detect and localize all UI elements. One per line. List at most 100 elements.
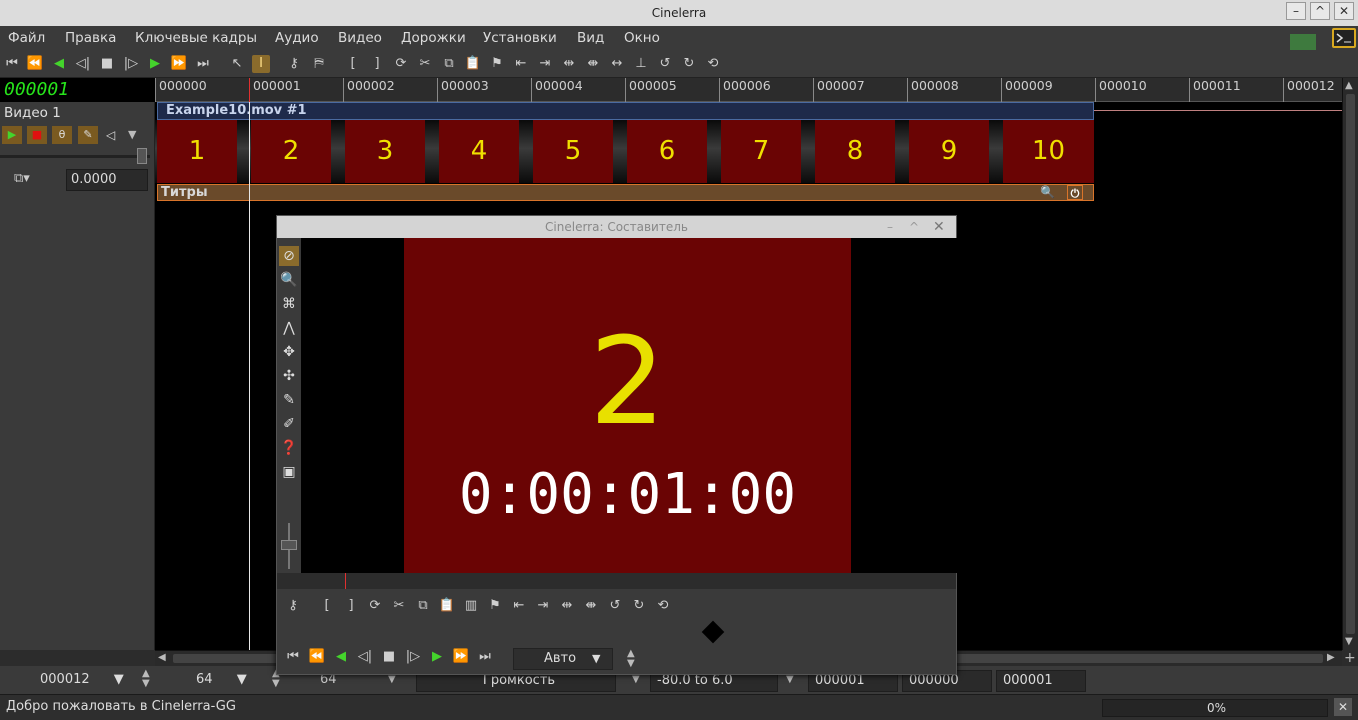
record-track-toggle[interactable]: ■ (27, 126, 47, 144)
terminal-icon[interactable] (1332, 28, 1356, 48)
dropdown-arrow-icon[interactable]: ▼ (786, 674, 794, 685)
crop-icon[interactable]: ✎ (279, 390, 299, 410)
menu-video[interactable]: Видео (338, 30, 382, 46)
ruler-icon[interactable]: ⋀ (279, 318, 299, 338)
dropdown-arrow-icon[interactable]: ▼ (388, 674, 396, 685)
jump-end-icon[interactable]: ⏭ (476, 648, 494, 666)
undo-icon[interactable]: ↺ (656, 55, 674, 73)
out-point-icon[interactable]: ] (368, 55, 386, 73)
overwrite-icon[interactable]: ↔ (608, 55, 626, 73)
menu-tracks[interactable]: Дорожки (401, 30, 466, 46)
jump-end-icon[interactable]: ⏭ (194, 55, 212, 73)
redo-icon[interactable]: ↻ (630, 597, 648, 615)
effect-search-icon[interactable]: 🔍 (1040, 185, 1055, 200)
gang-track-toggle[interactable]: θ (52, 126, 72, 144)
dropdown-arrow-icon[interactable]: ▼ (592, 649, 600, 669)
frame-forward-icon[interactable]: |▷ (404, 648, 422, 666)
scroll-up-icon[interactable]: ▲ (1345, 80, 1353, 91)
menu-keyframes[interactable]: Ключевые кадры (135, 30, 257, 46)
label-set-icon[interactable]: ⚑ (488, 55, 506, 73)
splice-icon[interactable]: ⇼ (582, 597, 600, 615)
lift-icon[interactable]: ⊥ (632, 55, 650, 73)
menu-window[interactable]: Окно (624, 30, 660, 46)
overlay-mode-icon[interactable]: ⧉▾ (14, 171, 30, 186)
spin-icon[interactable]: ▲▼ (142, 669, 150, 689)
mask-icon[interactable]: ⌘ (279, 294, 299, 314)
keyframe-diamond-icon[interactable] (701, 620, 725, 644)
help-icon[interactable]: ❓ (279, 438, 299, 458)
video-output[interactable]: 2 0:00:01:00 (301, 238, 957, 573)
redo-history-icon[interactable]: ⟲ (704, 55, 722, 73)
scroll-left-icon[interactable]: ◀ (158, 652, 166, 663)
menu-file[interactable]: Файл (8, 30, 45, 46)
maximize-button[interactable]: ^ (1310, 2, 1330, 20)
in-point-icon[interactable]: [ (344, 55, 362, 73)
stop-icon[interactable]: ■ (98, 55, 116, 73)
play-reverse-icon[interactable]: ◀ (50, 55, 68, 73)
fast-forward-icon[interactable]: ⏩ (170, 55, 188, 73)
keyframe-key-icon[interactable]: ⚷ (284, 597, 302, 615)
eyedropper-icon[interactable]: ✐ (279, 414, 299, 434)
frame-forward-icon[interactable]: |▷ (122, 55, 140, 73)
draw-track-toggle[interactable]: ✎ (78, 126, 98, 144)
mute-icon[interactable]: ◁ (106, 126, 122, 144)
paste-icon[interactable]: 📋 (464, 55, 482, 73)
scroll-right-icon[interactable]: ▶ (1327, 652, 1335, 663)
comp-close-icon[interactable]: ✕ (933, 216, 945, 238)
label-icon[interactable]: ⛿ (310, 55, 328, 73)
safe-region-icon[interactable]: ▣ (279, 462, 299, 482)
ibeam-tool-icon[interactable]: I (252, 55, 270, 73)
next-label-icon[interactable]: ⇥ (536, 55, 554, 73)
in-point-icon[interactable]: [ (318, 597, 336, 615)
frame-back-icon[interactable]: ◁| (74, 55, 92, 73)
menu-view[interactable]: Вид (577, 30, 604, 46)
fast-forward-icon[interactable]: ⏩ (452, 648, 470, 666)
undo-icon[interactable]: ↺ (606, 597, 624, 615)
menu-settings[interactable]: Установки (483, 30, 557, 46)
fade-slider-handle[interactable] (137, 148, 147, 164)
compositor-timeline[interactable] (277, 573, 956, 589)
sample-zoom-field[interactable]: 000012 ▼ (4, 670, 128, 692)
comp-minimize-icon[interactable]: – (887, 216, 893, 238)
out-point-icon[interactable]: ] (342, 597, 360, 615)
prev-label-icon[interactable]: ⇤ (512, 55, 530, 73)
label-set-icon[interactable]: ⚑ (486, 597, 504, 615)
fade-value-field[interactable]: 0.0000 (66, 169, 148, 191)
fit-icon[interactable]: ⇹ (558, 597, 576, 615)
scroll-down-icon[interactable]: ▼ (1345, 636, 1353, 647)
rewind-start-icon[interactable]: ⏮ (3, 55, 21, 73)
timeline-ruler[interactable]: 000000 000001 000002 000003 000004 00000… (155, 78, 1342, 102)
prev-label-icon[interactable]: ⇤ (510, 597, 528, 615)
fit-icon[interactable]: ⇹ (560, 55, 578, 73)
zoom-plus-icon[interactable]: + (1344, 650, 1356, 666)
close-button[interactable]: ✕ (1334, 2, 1354, 20)
comp-maximize-icon[interactable]: ^ (909, 216, 919, 238)
copy-icon[interactable]: ⧉ (440, 55, 458, 73)
zoom-icon[interactable]: 🔍 (279, 270, 299, 290)
dropdown-arrow-icon[interactable]: ▼ (632, 674, 640, 685)
cancel-progress-icon[interactable]: ✕ (1334, 698, 1352, 716)
minimize-button[interactable]: – (1286, 2, 1306, 20)
effect-bar[interactable]: Титры 🔍 ⏻ (157, 184, 1094, 201)
copy-icon[interactable]: ⧉ (414, 597, 432, 615)
dropdown-arrow-icon[interactable]: ▼ (114, 672, 124, 687)
camera-icon[interactable]: ✥ (279, 342, 299, 362)
zoom-select[interactable]: Авто ▼ (513, 648, 613, 670)
play-track-toggle[interactable]: ▶ (2, 126, 22, 144)
cut-icon[interactable]: ✂ (390, 597, 408, 615)
play-icon[interactable]: ▶ (146, 55, 164, 73)
zoom-slider-handle[interactable] (281, 540, 297, 550)
cut-icon[interactable]: ✂ (416, 55, 434, 73)
paste-icon[interactable]: 📋 (438, 597, 456, 615)
play-reverse-icon[interactable]: ◀ (332, 648, 350, 666)
vertical-scrollbar[interactable]: ▲ ▼ (1342, 78, 1358, 650)
position-field[interactable]: 000001 (996, 670, 1086, 692)
vertical-scroll-thumb[interactable] (1346, 94, 1355, 634)
loop-icon[interactable]: ⟳ (392, 55, 410, 73)
splice-icon[interactable]: ⇼ (584, 55, 602, 73)
play-icon[interactable]: ▶ (428, 648, 446, 666)
effect-power-icon[interactable]: ⏻ (1067, 185, 1083, 200)
menu-audio[interactable]: Аудио (275, 30, 319, 46)
expand-track-icon[interactable]: ▼ (128, 126, 144, 144)
clip-icon[interactable]: ▥ (462, 597, 480, 615)
